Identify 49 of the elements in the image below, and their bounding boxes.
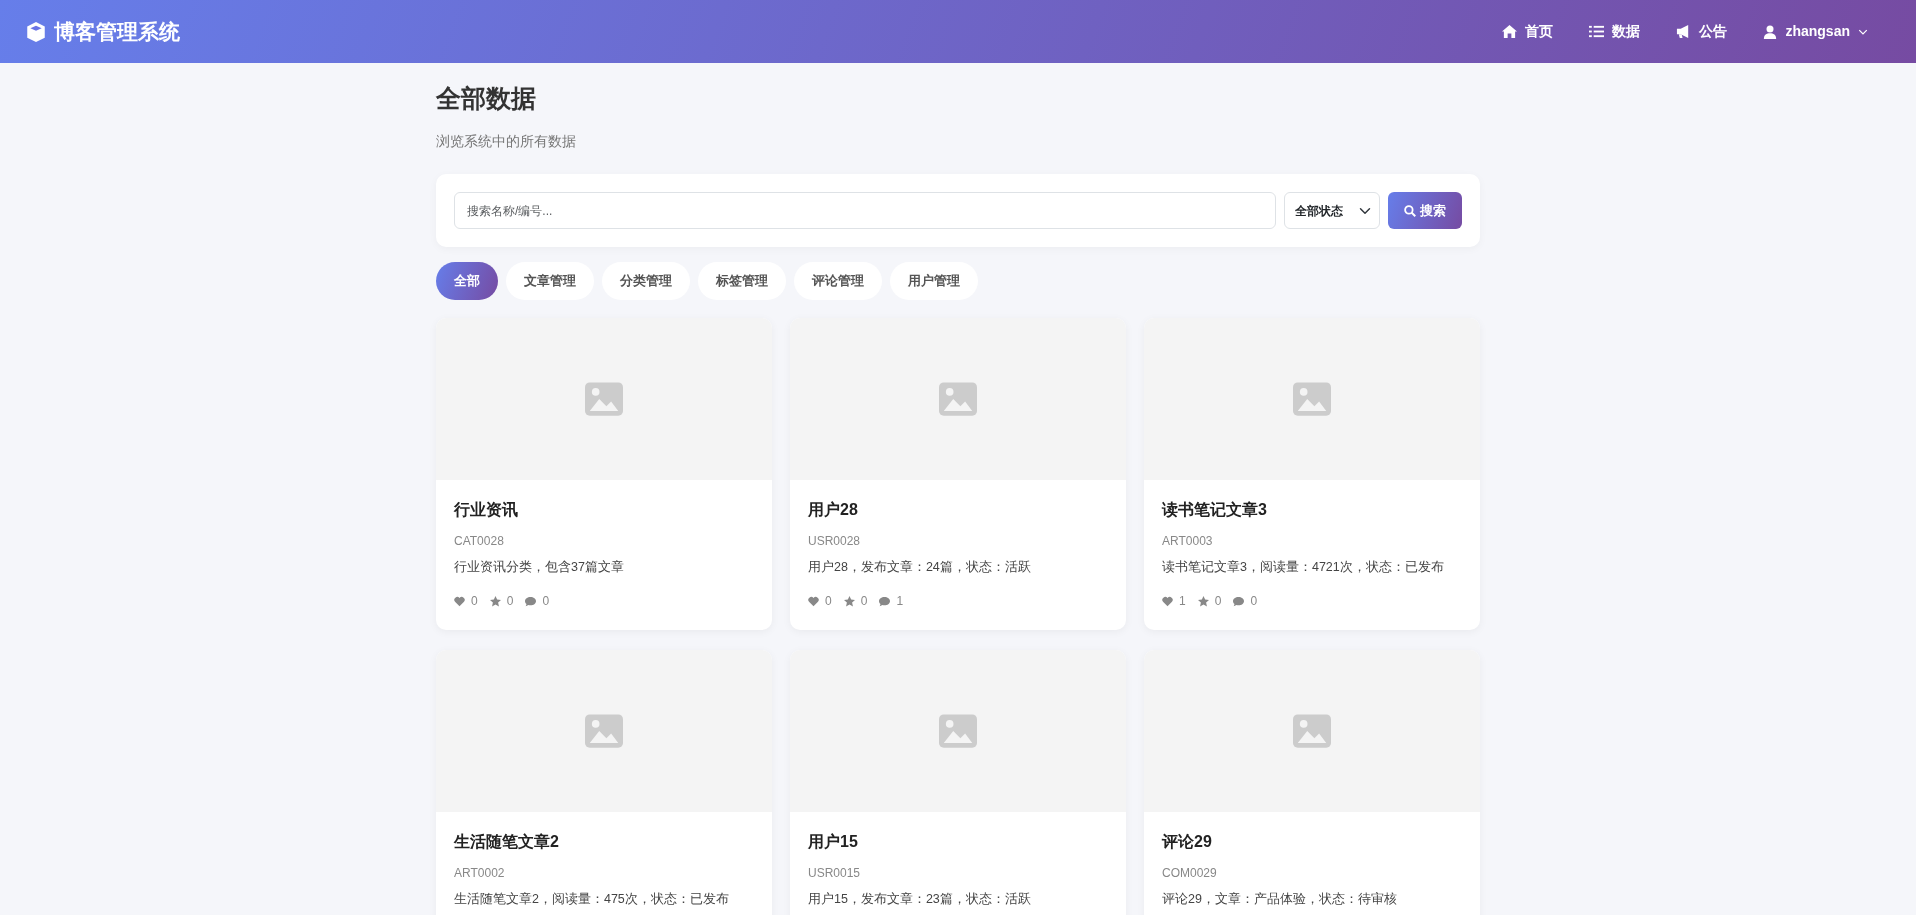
favorite-count: 0 (506, 593, 514, 611)
card-description: 行业资讯分类，包含37篇文章 (454, 558, 625, 576)
card-title: 读书笔记文章3 (1162, 499, 1268, 520)
comment-count: 0 (1250, 593, 1258, 611)
data-card[interactable]: 评论29 COM0029 评论29，文章：产品体验，状态：待审核 (1144, 650, 1480, 915)
user-menu[interactable]: zhangsan (1763, 21, 1868, 42)
card-code: CAT0028 (454, 532, 505, 550)
search-button[interactable]: 搜索 (1388, 192, 1462, 229)
filter-tab[interactable]: 文章管理 (506, 262, 594, 300)
card-title: 评论29 (1162, 832, 1213, 853)
like-count: 0 (825, 593, 832, 611)
data-card[interactable]: 生活随笔文章2 ART0002 生活随笔文章2，阅读量：475次，状态：已发布 (436, 650, 772, 915)
favorite-count: 0 (860, 593, 868, 611)
filter-tab[interactable]: 标签管理 (698, 262, 786, 300)
filter-tab[interactable]: 评论管理 (794, 262, 882, 300)
search-field[interactable]: 搜索名称/编号... (454, 192, 1276, 229)
brand-title[interactable]: 博客管理系统 (54, 15, 180, 48)
data-card[interactable]: 读书笔记文章3 ART0003 读书笔记文章3，阅读量：4721次，状态：已发布 1 0 0 (1144, 317, 1480, 631)
card-title: 用户15 (808, 832, 859, 853)
comment-count: 0 (542, 593, 550, 611)
card-title: 生活随笔文章2 (454, 832, 560, 853)
comment-count: 1 (896, 593, 904, 611)
card-title: 用户28 (808, 499, 859, 520)
page-title: 全部数据 (436, 83, 537, 113)
card-description: 用户28，发布文章：24篇，状态：活跃 (808, 558, 1032, 576)
filter-tab[interactable]: 全部 (436, 262, 498, 300)
data-card[interactable]: 行业资讯 CAT0028 行业资讯分类，包含37篇文章 0 0 0 (436, 317, 772, 631)
filter-tab[interactable]: 用户管理 (890, 262, 978, 300)
page-subtitle: 浏览系统中的所有数据 (436, 132, 577, 151)
card-code: ART0003 (1162, 532, 1214, 550)
nav-link[interactable]: 公告 (1676, 21, 1728, 42)
status-select[interactable]: 全部状态 (1284, 192, 1380, 229)
favorite-count: 0 (1214, 593, 1222, 611)
card-code: COM0029 (1162, 865, 1218, 883)
card-title: 行业资讯 (454, 499, 519, 520)
nav-link[interactable]: 数据 (1589, 21, 1641, 42)
like-count: 1 (1179, 593, 1186, 611)
card-code: USR0028 (808, 532, 862, 550)
card-code: ART0002 (454, 865, 506, 883)
card-description: 读书笔记文章3，阅读量：4721次，状态：已发布 (1162, 558, 1445, 576)
data-card[interactable]: 用户15 USR0015 用户15，发布文章：23篇，状态：活跃 (790, 650, 1126, 915)
like-count: 0 (471, 593, 478, 611)
card-description: 生活随笔文章2，阅读量：475次，状态：已发布 (454, 891, 730, 909)
card-description: 用户15，发布文章：23篇，状态：活跃 (808, 891, 1032, 909)
card-description: 评论29，文章：产品体验，状态：待审核 (1162, 891, 1398, 909)
nav-link[interactable]: 首页 (1502, 21, 1554, 42)
card-code: USR0015 (808, 865, 862, 883)
data-card[interactable]: 用户28 USR0028 用户28，发布文章：24篇，状态：活跃 0 0 1 (790, 317, 1126, 631)
filter-tab[interactable]: 分类管理 (602, 262, 690, 300)
